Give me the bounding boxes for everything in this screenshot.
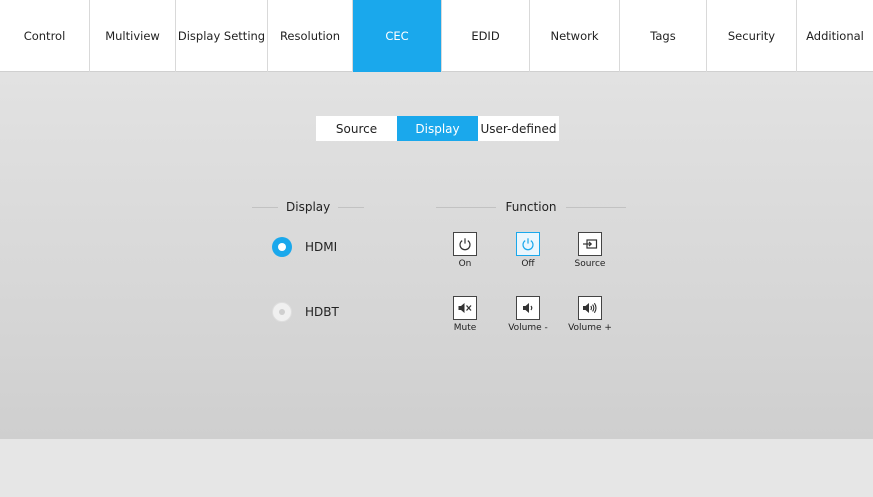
tab-tags[interactable]: Tags xyxy=(620,0,707,72)
subtab-display[interactable]: Display xyxy=(397,116,478,141)
power-on-label: On xyxy=(458,259,472,269)
tab-cec[interactable]: CEC xyxy=(353,0,442,72)
radio-hdbt-label: HDBT xyxy=(305,305,339,319)
volume-up-icon[interactable] xyxy=(578,296,602,320)
mute-icon[interactable] xyxy=(453,296,477,320)
source-button[interactable]: Source xyxy=(560,232,620,269)
power-on-button[interactable]: On xyxy=(435,232,495,269)
power-icon[interactable] xyxy=(516,232,540,256)
cec-subtabs: Source Display User-defined xyxy=(316,116,559,141)
divider xyxy=(436,206,497,208)
divider xyxy=(565,206,626,208)
tab-display-setting[interactable]: Display Setting xyxy=(176,0,268,72)
tab-control[interactable]: Control xyxy=(0,0,90,72)
display-section-title: Display xyxy=(286,200,331,214)
volume-down-label: Volume - xyxy=(508,323,548,333)
divider xyxy=(338,206,365,208)
volume-up-label: Volume + xyxy=(568,323,612,333)
volume-up-button[interactable]: Volume + xyxy=(560,296,620,333)
tab-edid[interactable]: EDID xyxy=(442,0,530,72)
divider xyxy=(252,206,278,208)
radio-selected-icon[interactable] xyxy=(272,237,292,257)
source-input-icon[interactable] xyxy=(578,232,602,256)
top-nav: Control Multiview Display Setting Resolu… xyxy=(0,0,873,72)
display-section-heading: Display xyxy=(252,200,366,214)
source-label: Source xyxy=(574,259,606,269)
cec-panel: Source Display User-defined Display HDMI… xyxy=(0,72,873,438)
radio-hdbt[interactable]: HDBT xyxy=(272,302,339,322)
mute-button[interactable]: Mute xyxy=(435,296,495,333)
subtab-user-defined[interactable]: User-defined xyxy=(478,116,559,141)
function-section-title: Function xyxy=(505,200,557,214)
volume-down-icon[interactable] xyxy=(516,296,540,320)
tab-multiview[interactable]: Multiview xyxy=(90,0,176,72)
mute-label: Mute xyxy=(453,323,477,333)
footer-bar xyxy=(0,438,873,497)
tab-additional[interactable]: Additional xyxy=(797,0,873,72)
tab-network[interactable]: Network xyxy=(530,0,620,72)
radio-hdmi-label: HDMI xyxy=(305,240,338,254)
tab-resolution[interactable]: Resolution xyxy=(268,0,353,72)
tab-security[interactable]: Security xyxy=(707,0,797,72)
radio-unselected-icon[interactable] xyxy=(272,302,292,322)
subtab-source[interactable]: Source xyxy=(316,116,397,141)
volume-down-button[interactable]: Volume - xyxy=(498,296,558,333)
radio-hdmi[interactable]: HDMI xyxy=(272,237,337,257)
power-off-label: Off xyxy=(521,259,535,269)
function-section-heading: Function xyxy=(436,200,626,214)
power-icon[interactable] xyxy=(453,232,477,256)
power-off-button[interactable]: Off xyxy=(498,232,558,269)
